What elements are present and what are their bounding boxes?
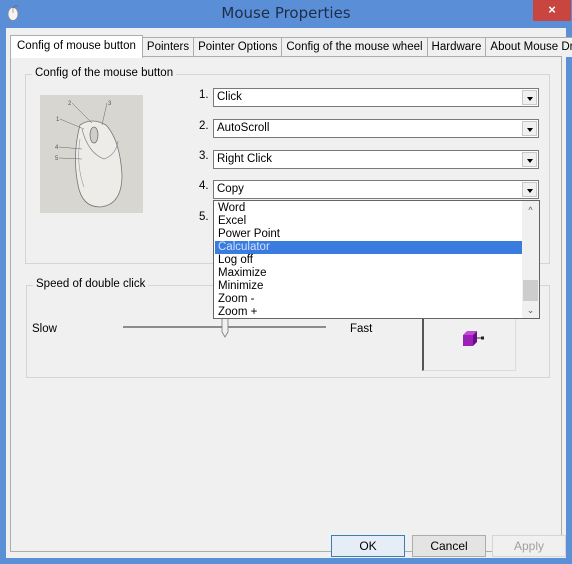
dropdown-option-zoom-in[interactable]: Zoom + bbox=[215, 306, 523, 319]
dropdown-scrollbar[interactable]: ^ ⌄ bbox=[522, 201, 539, 318]
row-number-5: 5. bbox=[199, 211, 209, 223]
tab-pointer-options[interactable]: Pointer Options bbox=[193, 37, 283, 57]
title-bar[interactable]: Mouse Properties × bbox=[0, 0, 572, 28]
slow-label: Slow bbox=[32, 323, 57, 335]
chevron-down-icon[interactable] bbox=[522, 182, 537, 197]
dropdown-option-log-off[interactable]: Log off bbox=[215, 254, 523, 267]
chevron-down-icon[interactable] bbox=[522, 121, 537, 136]
tab-config-mouse-wheel[interactable]: Config of the mouse wheel bbox=[281, 37, 428, 57]
button-1-action-select[interactable]: Click bbox=[213, 88, 539, 107]
mouse-button-group-label: Config of the mouse button bbox=[32, 67, 177, 79]
row-number-1: 1. bbox=[199, 89, 209, 101]
button-2-action-value: AutoScroll bbox=[217, 122, 270, 134]
tab-strip: Config of mouse button Pointers Pointer … bbox=[10, 35, 572, 58]
scrollbar-thumb[interactable] bbox=[523, 280, 538, 301]
mouse-diagram-image: 2 3 1 4 5 bbox=[40, 95, 143, 213]
double-click-speed-label: Speed of double click bbox=[33, 278, 149, 290]
button-4-action-value: Copy bbox=[217, 183, 244, 195]
row-number-2: 2. bbox=[199, 120, 209, 132]
mouse-properties-window: Mouse Properties × Config of mouse butto… bbox=[0, 0, 572, 564]
dropdown-option-excel[interactable]: Excel bbox=[215, 215, 523, 228]
button-3-action-value: Right Click bbox=[217, 153, 272, 165]
window-title: Mouse Properties bbox=[221, 4, 351, 22]
button-1-action-value: Click bbox=[217, 91, 242, 103]
apply-button[interactable]: Apply bbox=[492, 535, 566, 557]
tab-config-mouse-button[interactable]: Config of mouse button bbox=[10, 35, 143, 58]
button-2-action-select[interactable]: AutoScroll bbox=[213, 119, 539, 138]
test-cube-icon[interactable] bbox=[461, 330, 485, 348]
chevron-down-icon[interactable] bbox=[522, 152, 537, 167]
scroll-down-icon[interactable]: ⌄ bbox=[522, 303, 539, 317]
button-4-action-select[interactable]: Copy bbox=[213, 180, 539, 199]
tab-hardware[interactable]: Hardware bbox=[426, 37, 487, 57]
close-button[interactable]: × bbox=[533, 0, 571, 21]
dropdown-option-minimize[interactable]: Minimize bbox=[215, 280, 523, 293]
dropdown-option-power-point[interactable]: Power Point bbox=[215, 228, 523, 241]
action-dropdown-list[interactable]: Word Excel Power Point Calculator Log of… bbox=[213, 200, 540, 319]
cancel-button[interactable]: Cancel bbox=[412, 535, 486, 557]
double-click-test-area[interactable] bbox=[422, 316, 516, 371]
tab-pointers[interactable]: Pointers bbox=[141, 37, 195, 57]
row-number-3: 3. bbox=[199, 150, 209, 162]
double-click-speed-slider-thumb[interactable] bbox=[221, 318, 229, 338]
scroll-up-icon[interactable]: ^ bbox=[522, 203, 539, 217]
button-3-action-select[interactable]: Right Click bbox=[213, 150, 539, 169]
dropdown-option-zoom-out[interactable]: Zoom - bbox=[215, 293, 523, 306]
dropdown-option-calculator[interactable]: Calculator bbox=[215, 241, 523, 254]
row-number-4: 4. bbox=[199, 180, 209, 192]
fast-label: Fast bbox=[350, 323, 373, 335]
dropdown-option-word[interactable]: Word bbox=[215, 202, 523, 215]
chevron-down-icon[interactable] bbox=[522, 90, 537, 105]
tab-about-mouse-driver[interactable]: About Mouse Driver bbox=[485, 37, 572, 57]
dropdown-option-maximize[interactable]: Maximize bbox=[215, 267, 523, 280]
ok-button[interactable]: OK bbox=[331, 535, 405, 557]
